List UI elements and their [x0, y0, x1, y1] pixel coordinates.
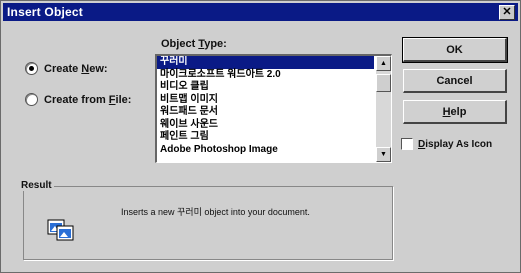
object-type-item[interactable]: 웨이브 사운드	[157, 119, 374, 132]
help-button[interactable]: Help	[403, 100, 507, 124]
object-type-listbox[interactable]: 꾸러미 마이크로소프트 워드아트 2.0 비디오 클립 비트맵 이미지 워드패드 문서 웨…	[155, 54, 392, 163]
display-as-icon-checkbox[interactable]: Display As Icon	[401, 138, 492, 150]
create-from-file-radio[interactable]: Create from File:	[25, 93, 131, 106]
radio-unchecked-icon[interactable]	[25, 93, 38, 106]
dialog-title: Insert Object	[7, 5, 83, 19]
object-type-item[interactable]: 워드패드 문서	[157, 106, 374, 119]
insert-object-dialog: Insert Object ✕ Create New: Create from …	[0, 0, 521, 273]
object-type-item[interactable]: 페인트 그림	[157, 131, 374, 144]
close-icon[interactable]: ✕	[499, 5, 515, 20]
object-type-list: 꾸러미 마이크로소프트 워드아트 2.0 비디오 클립 비트맵 이미지 워드패드 문서 웨…	[157, 56, 374, 156]
object-type-item[interactable]: 꾸러미	[157, 56, 374, 69]
object-type-label: Object Type:	[161, 38, 227, 50]
result-group	[23, 186, 393, 260]
arrow-down-icon[interactable]: ▼	[376, 147, 391, 162]
object-type-item[interactable]: Adobe Photoshop Image	[157, 144, 374, 157]
radio-checked-icon[interactable]	[25, 62, 38, 75]
create-from-file-label: Create from File:	[44, 93, 132, 106]
vertical-scrollbar[interactable]: ▲ ▼	[376, 56, 391, 162]
scrollbar-thumb[interactable]	[376, 74, 391, 92]
object-type-item[interactable]: 마이크로소프트 워드아트 2.0	[157, 69, 374, 82]
result-description: Inserts a new 꾸러미 object into your docum…	[121, 207, 310, 217]
insert-object-icon	[47, 219, 74, 241]
cancel-button[interactable]: Cancel	[403, 69, 507, 93]
ok-button[interactable]: OK	[402, 37, 508, 63]
create-new-label: Create New:	[44, 62, 108, 75]
object-type-item[interactable]: 비트맵 이미지	[157, 94, 374, 107]
checkbox-box[interactable]	[401, 138, 413, 150]
create-new-radio[interactable]: Create New:	[25, 62, 108, 75]
object-type-item[interactable]: 비디오 클립	[157, 81, 374, 94]
result-title: Result	[19, 180, 54, 191]
display-as-icon-label: Display As Icon	[418, 138, 493, 150]
title-bar[interactable]: Insert Object ✕	[3, 3, 518, 21]
arrow-up-icon[interactable]: ▲	[376, 56, 391, 71]
